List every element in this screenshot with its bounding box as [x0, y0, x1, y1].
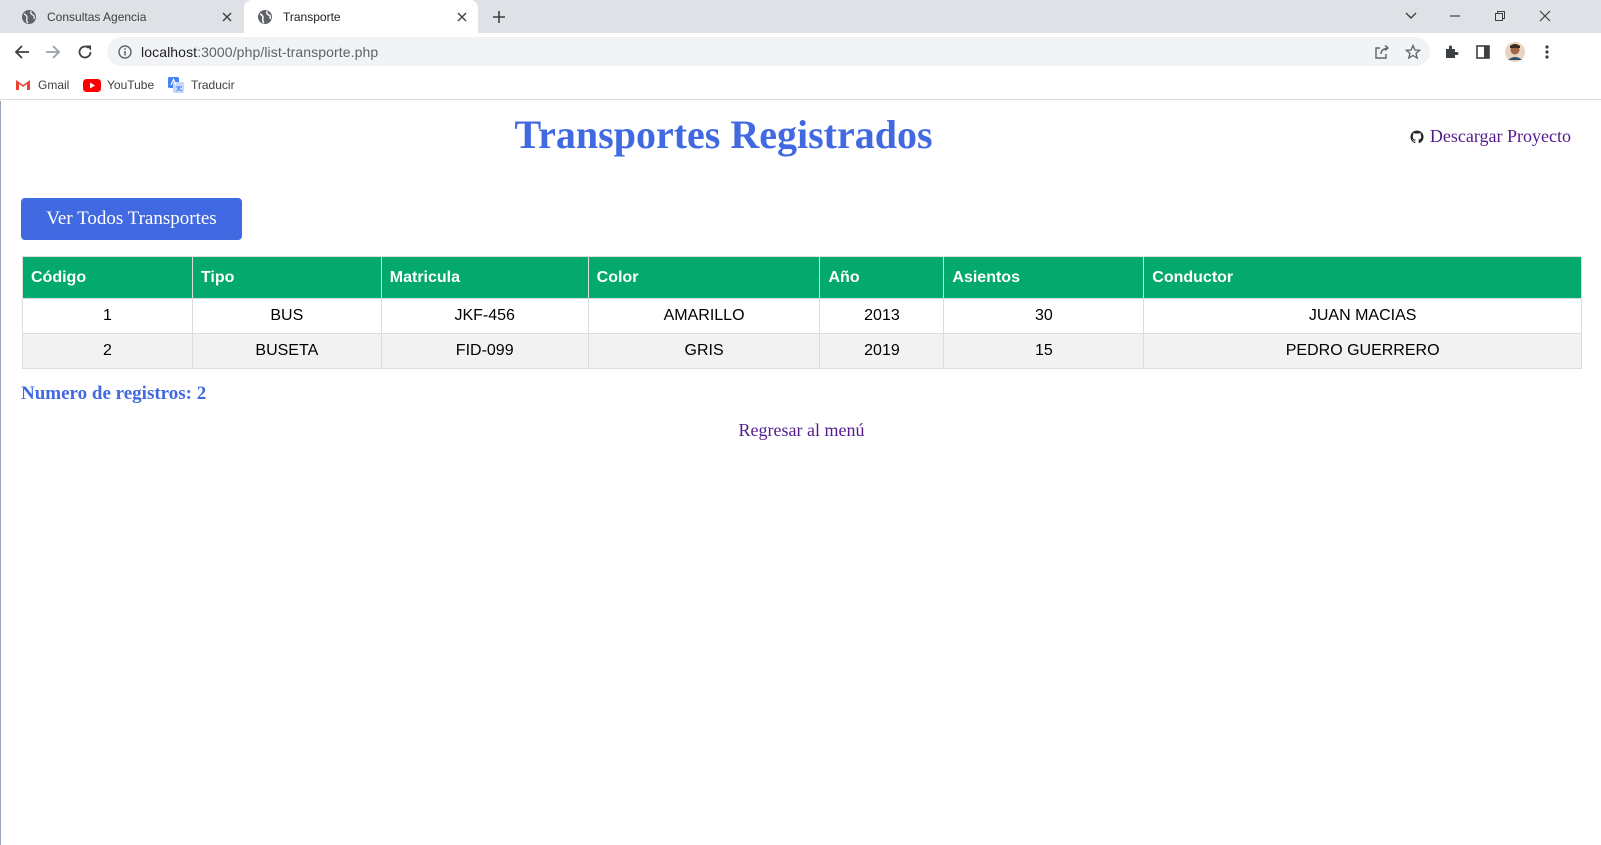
bookmark-gmail[interactable]: Gmail: [14, 75, 69, 95]
extensions-icon[interactable]: [1440, 40, 1464, 64]
tab-strip: Consultas Agencia Transporte: [0, 0, 1601, 33]
forward-button[interactable]: [40, 39, 66, 65]
column-header-ano: Año: [819, 256, 945, 299]
cell-color: AMARILLO: [587, 298, 821, 334]
cell-matricula: JKF-456: [380, 298, 589, 334]
bookmark-youtube[interactable]: YouTube: [83, 75, 154, 95]
tab-title: Transporte: [283, 9, 341, 24]
download-label: Descargar Proyecto: [1429, 126, 1571, 146]
globe-icon: [257, 9, 273, 25]
minimize-button[interactable]: [1442, 4, 1468, 28]
close-icon[interactable]: [217, 7, 237, 27]
cell-ano: 2019: [819, 333, 945, 369]
back-to-menu-link[interactable]: Regresar al menú: [1, 420, 1601, 441]
close-icon[interactable]: [452, 7, 472, 27]
transport-table: Código Tipo Matricula Color Año Asientos…: [22, 256, 1582, 369]
cell-asientos: 15: [943, 333, 1145, 369]
column-header-tipo: Tipo: [191, 256, 382, 299]
new-tab-button[interactable]: [488, 6, 510, 28]
tab-search-button[interactable]: [1398, 4, 1424, 28]
cell-conductor: PEDRO GUERRERO: [1143, 333, 1582, 369]
side-panel-icon[interactable]: [1471, 40, 1495, 64]
cell-tipo: BUS: [191, 298, 382, 334]
translate-icon: [167, 77, 185, 93]
column-header-matricula: Matricula: [380, 256, 589, 299]
url-path: :3000/php/list-transporte.php: [197, 43, 379, 60]
github-icon: [1410, 129, 1426, 145]
youtube-icon: [83, 77, 101, 93]
menu-dots-icon[interactable]: [1535, 40, 1559, 64]
column-header-codigo: Código: [22, 256, 193, 299]
view-all-transports-button[interactable]: Ver Todos Transportes: [21, 198, 242, 240]
share-icon[interactable]: [1371, 41, 1393, 63]
url-text: localhost:3000/php/list-transporte.php: [141, 44, 378, 60]
record-count: Numero de registros: 2: [21, 383, 207, 404]
tab-title: Consultas Agencia: [47, 9, 147, 24]
bookmark-label: Traducir: [191, 78, 235, 92]
page-title: Transportes Registrados: [514, 112, 933, 157]
download-project-link[interactable]: Descargar Proyecto: [1410, 126, 1571, 147]
bookmark-label: YouTube: [107, 78, 155, 92]
bookmark-traducir[interactable]: Traducir: [167, 75, 235, 95]
address-bar[interactable]: localhost:3000/php/list-transporte.php: [107, 37, 1430, 66]
bookmarks-bar: Gmail YouTube Traducir: [0, 70, 1601, 100]
tab-consultas-agencia[interactable]: Consultas Agencia: [8, 0, 243, 33]
table-row: 2 BUSETA FID-099 GRIS 2019 15 PEDRO GUER…: [22, 333, 1582, 369]
gmail-icon: [14, 77, 32, 93]
url-host: localhost: [141, 43, 198, 60]
column-header-conductor: Conductor: [1143, 256, 1582, 299]
back-button[interactable]: [9, 39, 35, 65]
globe-icon: [21, 9, 37, 25]
tab-transporte[interactable]: Transporte: [244, 0, 478, 33]
column-header-asientos: Asientos: [943, 256, 1145, 299]
close-window-button[interactable]: [1532, 4, 1558, 28]
cell-conductor: JUAN MACIAS: [1143, 298, 1582, 334]
cell-asientos: 30: [943, 298, 1145, 334]
cell-color: GRIS: [587, 333, 821, 369]
table-row: 1 BUS JKF-456 AMARILLO 2013 30 JUAN MACI…: [22, 298, 1582, 334]
cell-codigo: 2: [22, 333, 193, 369]
restore-button[interactable]: [1487, 4, 1513, 28]
cell-tipo: BUSETA: [191, 333, 382, 369]
cell-matricula: FID-099: [380, 333, 589, 369]
cell-codigo: 1: [22, 298, 193, 334]
page-content: Transportes Registrados Descargar Proyec…: [0, 101, 1601, 845]
table-header-row: Código Tipo Matricula Color Año Asientos…: [22, 256, 1582, 299]
column-header-color: Color: [587, 256, 821, 299]
reload-button[interactable]: [72, 39, 98, 65]
info-icon[interactable]: [117, 44, 133, 60]
browser-toolbar: localhost:3000/php/list-transporte.php: [0, 33, 1601, 70]
bookmark-label: Gmail: [38, 78, 70, 92]
cell-ano: 2013: [819, 298, 945, 334]
bookmark-star-icon[interactable]: [1402, 41, 1424, 63]
profile-avatar[interactable]: [1503, 40, 1527, 64]
